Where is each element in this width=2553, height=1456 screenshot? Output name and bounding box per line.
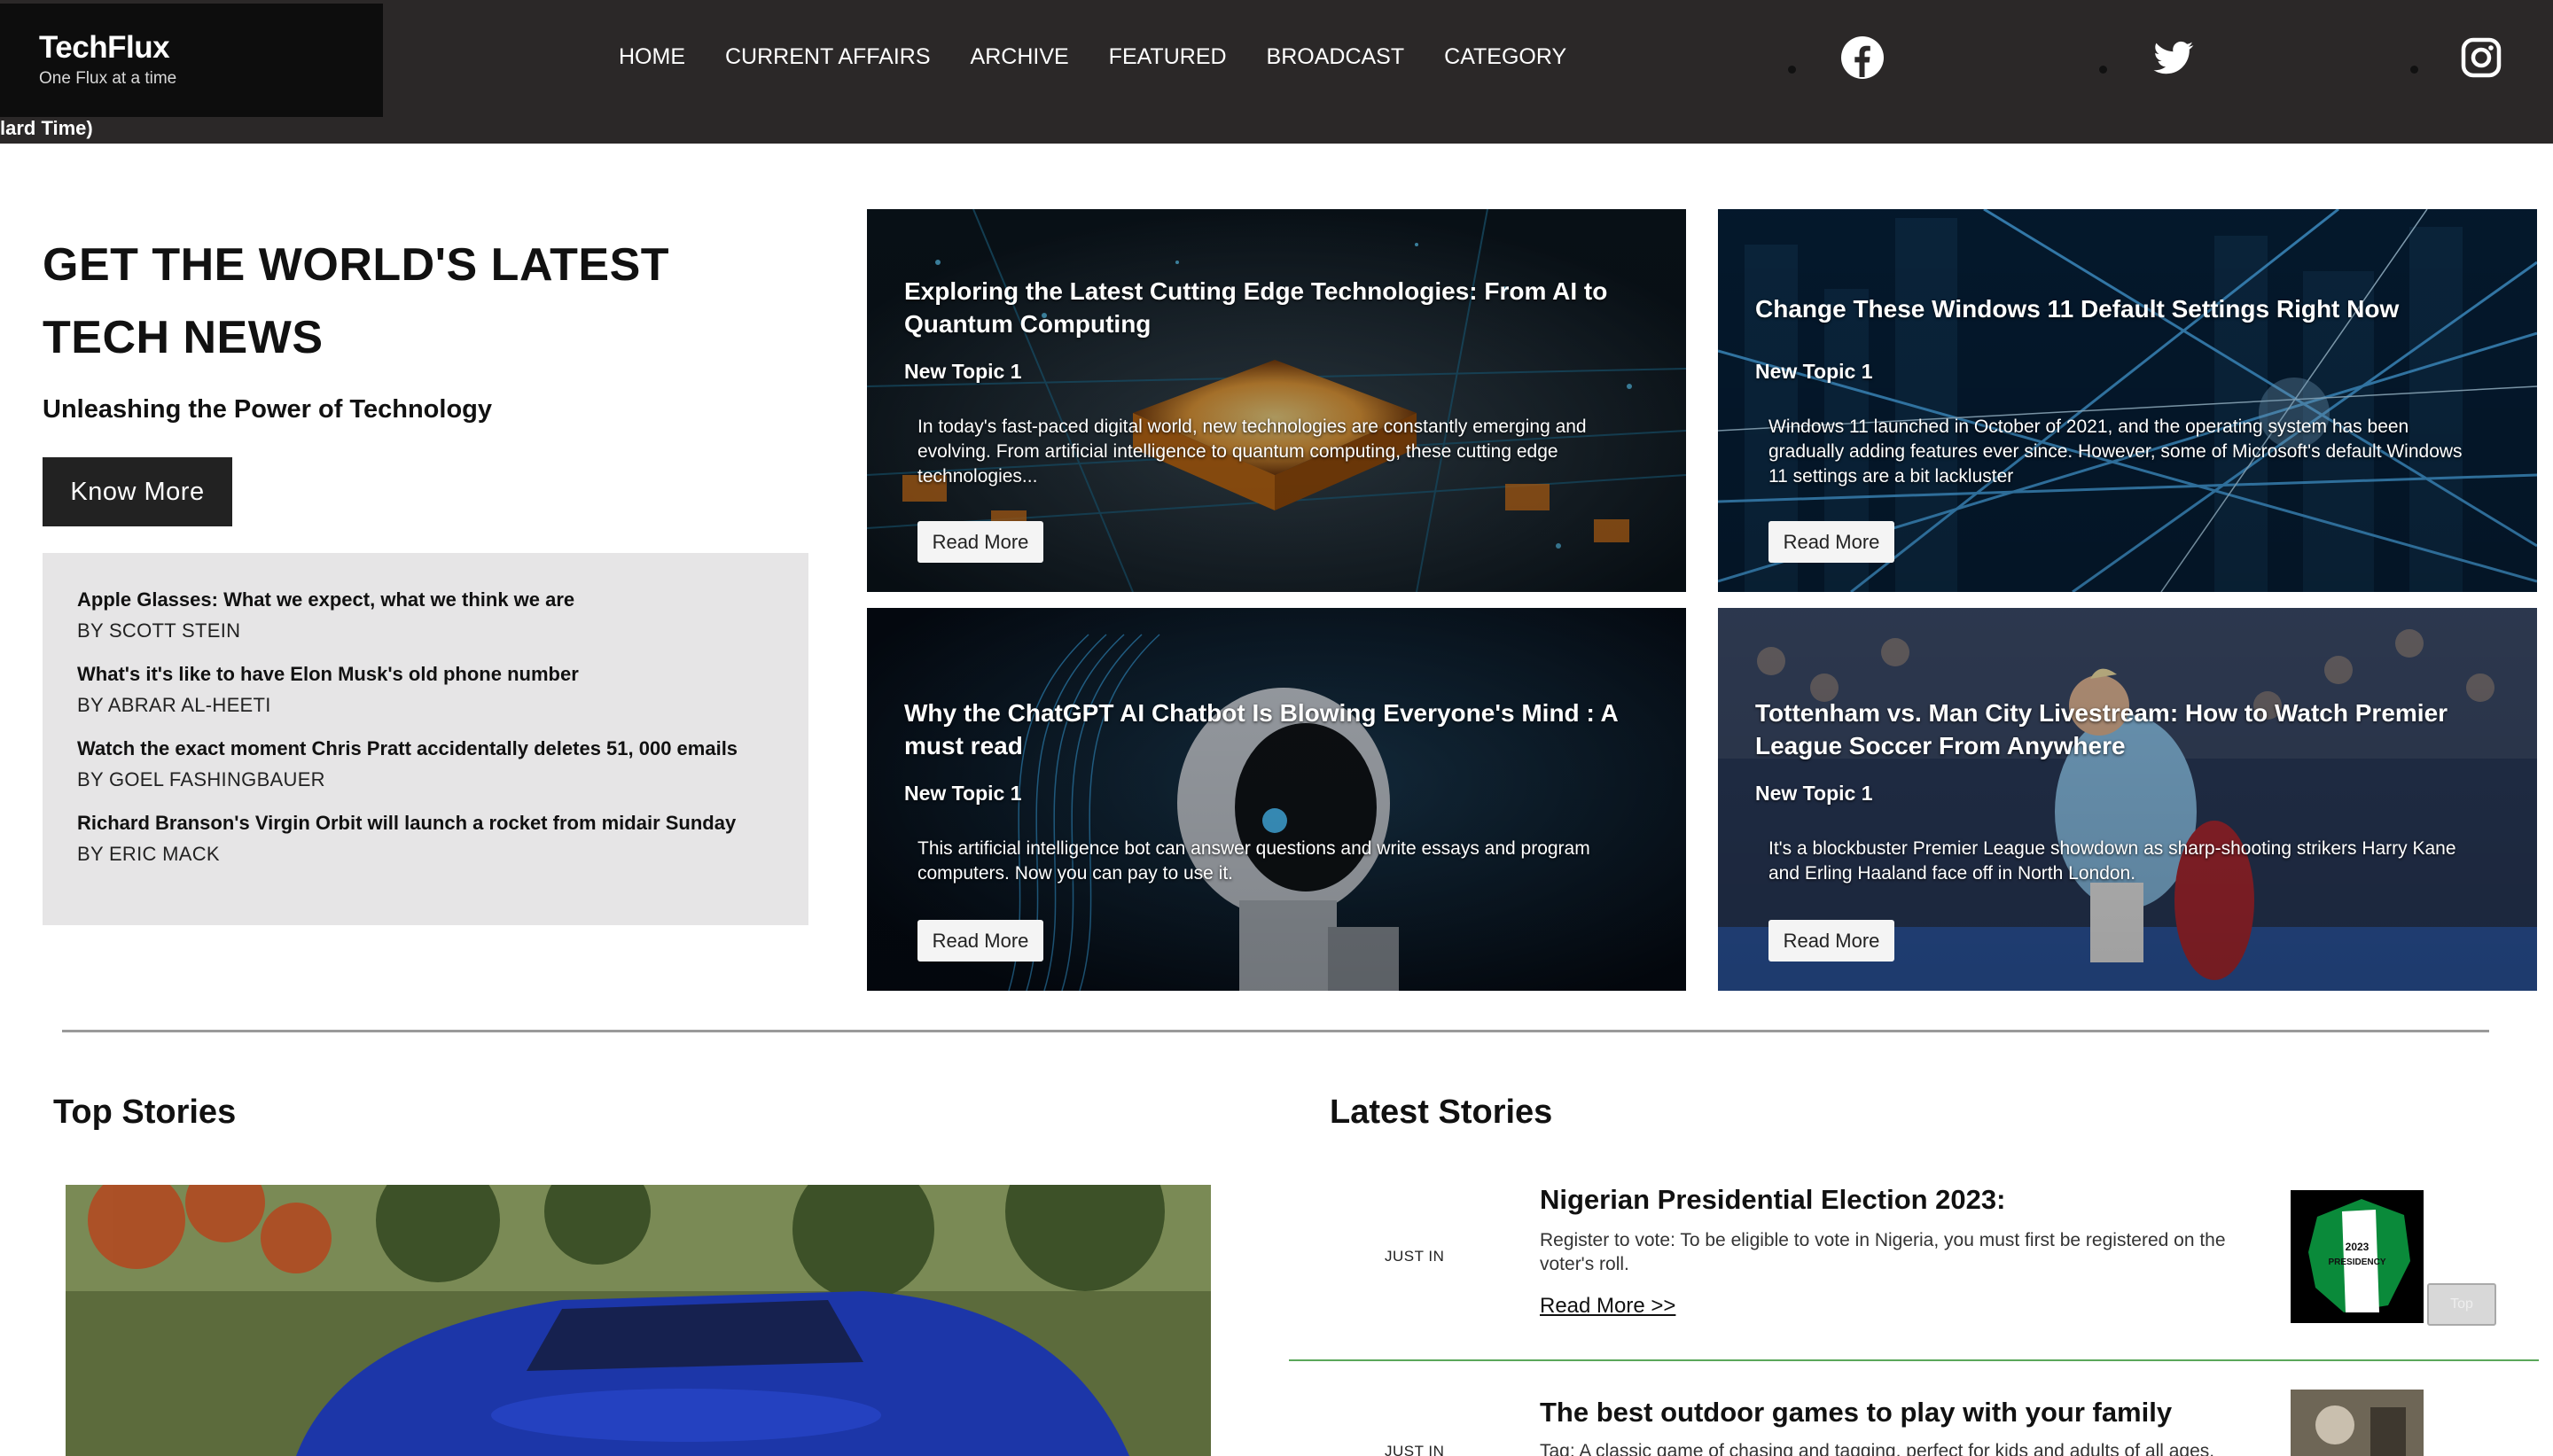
article-card-tech[interactable]: Exploring the Latest Cutting Edge Techno… bbox=[867, 209, 1686, 592]
headline-byline: BY SCOTT STEIN bbox=[77, 619, 241, 642]
headline-title[interactable]: What's it's like to have Elon Musk's old… bbox=[77, 661, 774, 688]
nav-featured[interactable]: FEATURED bbox=[1109, 44, 1227, 70]
nav-current-affairs[interactable]: CURRENT AFFAIRS bbox=[725, 44, 931, 70]
story-thumbnail[interactable]: 2023 PRESIDENCY bbox=[2291, 1190, 2424, 1323]
read-more-button[interactable]: Read More bbox=[917, 920, 1043, 962]
headline-byline: BY ERIC MACK bbox=[77, 843, 220, 865]
top-navbar: TechFlux One Flux at a time lard Time) H… bbox=[0, 0, 2553, 144]
read-more-button[interactable]: Read More bbox=[1768, 920, 1894, 962]
card-title[interactable]: Tottenham vs. Man City Livestream: How t… bbox=[1755, 697, 2491, 762]
list-item[interactable]: Watch the exact moment Chris Pratt accid… bbox=[77, 736, 774, 791]
separator-dot bbox=[1788, 66, 1796, 74]
list-item[interactable]: JUST IN Nigerian Presidential Election 2… bbox=[1289, 1170, 2539, 1366]
nav-archive[interactable]: ARCHIVE bbox=[971, 44, 1069, 70]
nav-broadcast[interactable]: BROADCAST bbox=[1267, 44, 1405, 70]
card-description: It's a blockbuster Premier League showdo… bbox=[1768, 838, 2456, 884]
card-description: In today's fast-paced digital world, new… bbox=[917, 417, 1587, 487]
timezone-text: lard Time) bbox=[0, 117, 93, 139]
svg-text:PRESIDENCY: PRESIDENCY bbox=[2328, 1257, 2385, 1267]
card-topic: New Topic 1 bbox=[904, 360, 1022, 383]
top-stories-title: Top Stories bbox=[53, 1094, 237, 1131]
list-item[interactable]: JUST IN The best outdoor games to play w… bbox=[1289, 1382, 2539, 1456]
nav-home[interactable]: HOME bbox=[619, 44, 685, 70]
story-title[interactable]: Nigerian Presidential Election 2023: bbox=[1540, 1184, 2005, 1216]
headline-title[interactable]: Richard Branson's Virgin Orbit will laun… bbox=[77, 810, 774, 837]
story-title[interactable]: The best outdoor games to play with your… bbox=[1540, 1397, 2172, 1429]
list-item[interactable]: What's it's like to have Elon Musk's old… bbox=[77, 661, 774, 717]
headline-byline: BY GOEL FASHINGBAUER bbox=[77, 768, 325, 790]
headline-title[interactable]: Apple Glasses: What we expect, what we t… bbox=[77, 587, 774, 613]
card-topic: New Topic 1 bbox=[904, 782, 1022, 805]
read-more-button[interactable]: Read More bbox=[917, 521, 1043, 563]
scroll-top-button[interactable]: Top bbox=[2427, 1283, 2496, 1326]
card-description: Windows 11 launched in October of 2021, … bbox=[1768, 417, 2463, 487]
top-story-image[interactable] bbox=[66, 1185, 1211, 1456]
article-card-windows[interactable]: Change These Windows 11 Default Settings… bbox=[1718, 209, 2537, 592]
latest-stories-title: Latest Stories bbox=[1330, 1094, 1553, 1131]
story-tag: JUST IN bbox=[1385, 1443, 1445, 1456]
twitter-icon[interactable] bbox=[2151, 35, 2196, 80]
story-thumbnail[interactable] bbox=[2291, 1390, 2424, 1456]
card-description: This artificial intelligence bot can ans… bbox=[917, 838, 1590, 884]
separator-dot bbox=[2410, 66, 2418, 74]
hero-title: GET THE WORLD'S LATEST TECH NEWS bbox=[43, 239, 670, 363]
story-divider bbox=[1289, 1359, 2539, 1361]
article-card-chatgpt[interactable]: Why the ChatGPT AI Chatbot Is Blowing Ev… bbox=[867, 608, 1686, 991]
main-nav: HOME CURRENT AFFAIRS ARCHIVE FEATURED BR… bbox=[619, 44, 1606, 70]
instagram-icon[interactable] bbox=[2459, 35, 2503, 80]
logo-title: TechFlux bbox=[39, 30, 170, 65]
headline-title[interactable]: Watch the exact moment Chris Pratt accid… bbox=[77, 736, 774, 762]
story-description: Tag: A classic game of chasing and taggi… bbox=[1540, 1441, 2215, 1456]
hero-subtitle: Unleashing the Power of Technology bbox=[43, 395, 493, 424]
separator-dot bbox=[2099, 66, 2107, 74]
card-title[interactable]: Change These Windows 11 Default Settings… bbox=[1755, 292, 2491, 325]
card-topic: New Topic 1 bbox=[1755, 360, 1873, 383]
list-item[interactable]: Richard Branson's Virgin Orbit will laun… bbox=[77, 810, 774, 866]
article-card-soccer[interactable]: Tottenham vs. Man City Livestream: How t… bbox=[1718, 608, 2537, 991]
card-title[interactable]: Why the ChatGPT AI Chatbot Is Blowing Ev… bbox=[904, 697, 1640, 762]
card-topic: New Topic 1 bbox=[1755, 782, 1873, 805]
facebook-icon[interactable] bbox=[1840, 35, 1885, 80]
read-more-button[interactable]: Read More bbox=[1768, 521, 1894, 563]
logo[interactable]: TechFlux One Flux at a time bbox=[0, 4, 383, 117]
story-tag: JUST IN bbox=[1385, 1248, 1445, 1265]
nav-category[interactable]: CATEGORY bbox=[1444, 44, 1566, 70]
section-divider bbox=[62, 1030, 2489, 1032]
know-more-button[interactable]: Know More bbox=[43, 457, 232, 526]
headline-byline: BY ABRAR AL-HEETI bbox=[77, 694, 271, 716]
logo-tagline: One Flux at a time bbox=[39, 69, 177, 88]
headline-list: Apple Glasses: What we expect, what we t… bbox=[43, 553, 808, 925]
card-title[interactable]: Exploring the Latest Cutting Edge Techno… bbox=[904, 275, 1640, 340]
svg-text:2023: 2023 bbox=[2346, 1241, 2370, 1253]
read-more-link[interactable]: Read More >> bbox=[1540, 1294, 1675, 1319]
story-description: Register to vote: To be eligible to vote… bbox=[1540, 1230, 2226, 1274]
list-item[interactable]: Apple Glasses: What we expect, what we t… bbox=[77, 587, 774, 642]
